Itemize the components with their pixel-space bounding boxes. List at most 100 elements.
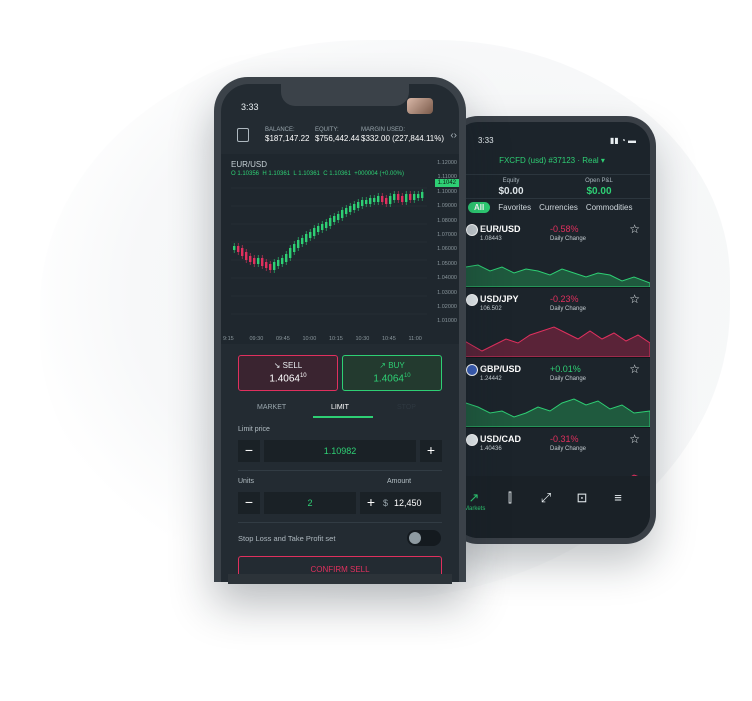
bottom-nav: ↗ Markets ⫿ ⤢ ⊡ ≡: [454, 476, 650, 538]
menu-icon[interactable]: ≡: [606, 490, 630, 505]
status-time: 3:33: [478, 136, 494, 145]
trade-icon[interactable]: ⤢: [534, 490, 558, 506]
instrument-symbol: GBP/USD: [480, 364, 522, 374]
y-tick-label: 1.12000: [437, 160, 457, 166]
account-header: BALANCE: $187,147.22 EQUITY: $756,442.44…: [221, 122, 459, 150]
candle: [301, 238, 304, 244]
candle: [289, 248, 292, 258]
candle: [333, 216, 336, 222]
candle: [349, 206, 352, 212]
candle: [401, 196, 404, 202]
instrument-row-gbpusd[interactable]: GBP/USD 1.24442 +0.01% Daily Change ☆: [454, 358, 650, 428]
y-tick-label: 1.06000: [437, 246, 457, 253]
instrument-symbol: USD/CAD: [480, 434, 522, 444]
candle: [405, 194, 408, 202]
flag-icon: [466, 224, 478, 236]
candle: [361, 200, 364, 206]
price-chart[interactable]: EUR/USD O 1.10356 H 1.10361 L 1.10361 C …: [221, 154, 459, 344]
amount-currency: $: [383, 498, 389, 508]
candle: [281, 258, 284, 264]
equity-block: EQUITY: $756,442.44: [315, 127, 360, 143]
units-input[interactable]: 2: [264, 492, 356, 514]
instrument-change: +0.01%: [550, 364, 581, 374]
phone-base: [228, 574, 452, 584]
candle: [241, 248, 244, 256]
flag-icon: [466, 364, 478, 376]
sparkline: [454, 262, 650, 287]
tab-market[interactable]: MARKET: [257, 404, 286, 411]
candle: [377, 196, 380, 202]
sparkline: [454, 398, 650, 427]
margin-label: MARGIN USED:: [361, 127, 406, 133]
front-phone: 3:33 BALANCE: $187,147.22 EQUITY: $756,4…: [214, 77, 466, 582]
buy-price: 1.406410: [373, 373, 411, 385]
candle: [297, 240, 300, 248]
y-tick-label: 1.07000: [437, 232, 457, 238]
chart-pair: EUR/USD: [231, 160, 268, 169]
candles-icon[interactable]: ⫿: [498, 490, 522, 506]
buy-button[interactable]: ↗ BUY 1.406410: [342, 355, 442, 391]
balance-label: BALANCE:: [265, 127, 295, 133]
tab-commodities[interactable]: Commodities: [586, 203, 633, 212]
candle: [293, 244, 296, 252]
toggle-knob: [409, 532, 421, 544]
candle: [329, 218, 332, 226]
y-tick-label: 1.05000: [437, 260, 457, 267]
book-icon[interactable]: [237, 128, 249, 142]
sl-tp-toggle[interactable]: [407, 530, 441, 546]
tab-stop[interactable]: STOP: [397, 404, 416, 411]
candle: [249, 256, 252, 262]
status-icons: ▮▮ ◔ ▬: [609, 136, 636, 145]
change-label: Daily Change: [550, 376, 587, 382]
candle: [309, 232, 312, 238]
y-tick-label: 1.04000: [437, 275, 457, 282]
candle: [373, 198, 376, 202]
decrement-button[interactable]: −: [238, 492, 260, 514]
ohlc-readout: O 1.10356 H 1.10361 L 1.10361 C 1.10361 …: [231, 171, 404, 177]
star-icon[interactable]: ☆: [629, 222, 640, 236]
candle: [277, 260, 280, 266]
tab-all[interactable]: All: [468, 202, 491, 213]
y-tick-label: 1.10000: [437, 188, 457, 195]
star-icon[interactable]: ☆: [629, 292, 640, 306]
candle: [369, 198, 372, 204]
instrument-row-eurusd[interactable]: EUR/USD 1.08443 -0.58% Daily Change ☆: [454, 218, 650, 288]
x-tick-label: 09:30: [249, 336, 264, 342]
tab-limit[interactable]: LIMIT: [331, 404, 349, 411]
star-icon[interactable]: ☆: [629, 432, 640, 446]
star-icon[interactable]: ☆: [629, 362, 640, 376]
candle: [261, 258, 264, 266]
trade-screen: 3:33 BALANCE: $187,147.22 EQUITY: $756,4…: [221, 84, 459, 582]
candle: [393, 194, 396, 200]
tab-favorites[interactable]: Favorites: [498, 203, 531, 212]
candle: [269, 264, 272, 270]
candle: [413, 194, 416, 200]
units-stepper: − 2 +: [238, 492, 382, 514]
equity-label: EQUITY:: [315, 127, 339, 133]
decrement-button[interactable]: −: [238, 440, 260, 462]
notch: [281, 84, 409, 106]
account-selector[interactable]: FXCFD (usd) #37123 · Real ▾: [454, 156, 650, 165]
instrument-row-usdjpy[interactable]: USD/JPY 106.502 -0.23% Daily Change ☆: [454, 288, 650, 358]
candle: [385, 198, 388, 204]
candle: [337, 214, 340, 220]
sell-button[interactable]: ↘ SELL 1.406410: [238, 355, 338, 391]
change-label: Daily Change: [550, 446, 587, 452]
instrument-change: -0.31%: [550, 434, 579, 444]
candle: [365, 200, 368, 204]
margin-block: MARGIN USED: $332.00 (227,844.11%): [361, 127, 444, 143]
open-pl-value: $0.00: [586, 186, 612, 197]
amount-field[interactable]: $12,450: [377, 492, 441, 514]
equity-block: Equity $0.00: [466, 178, 556, 197]
status-time: 3:33: [241, 102, 259, 112]
limit-price-input[interactable]: 1.10982: [264, 440, 416, 462]
tab-currencies[interactable]: Currencies: [539, 203, 578, 212]
candlestick-plot: [231, 187, 427, 315]
candle: [245, 252, 248, 260]
robot-icon[interactable]: ⊡: [570, 490, 594, 506]
x-tick-label: 09:45: [276, 336, 290, 342]
expand-icon[interactable]: ‹›: [450, 130, 457, 141]
y-tick-label: 1.03000: [437, 289, 457, 296]
balance-block: BALANCE: $187,147.22: [265, 127, 310, 143]
increment-button[interactable]: +: [420, 440, 442, 462]
